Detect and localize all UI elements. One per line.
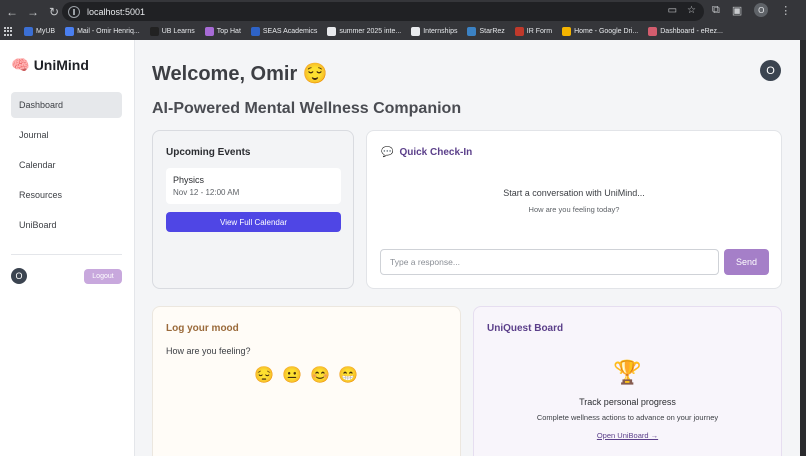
mood-title: Log your mood — [166, 323, 239, 334]
bookmark-favicon-icon — [648, 27, 658, 36]
logout-button[interactable]: Logout — [84, 269, 122, 284]
bookmark-item[interactable]: Internships — [411, 27, 457, 36]
browser-profile-avatar[interactable]: O — [754, 3, 769, 17]
bookmark-label: Internships — [423, 28, 458, 35]
brand-name: UniMind — [33, 57, 89, 73]
quick-checkin-card: 💬 Quick Check-In Start a conversation wi… — [366, 130, 782, 289]
scrollbar[interactable] — [800, 40, 806, 456]
bookmark-favicon-icon — [411, 27, 421, 36]
address-bar[interactable]: localhost:5001 ▭ ☆ — [62, 2, 704, 21]
browser-chrome: ← → ↻ localhost:5001 ▭ ☆ ⧉ ▣ O ⋮ MyUB Mai… — [0, 0, 806, 40]
board-description: Complete wellness actions to advance on … — [536, 413, 719, 422]
send-button[interactable]: Send — [724, 249, 769, 275]
trophy-icon: 🏆 — [613, 359, 642, 385]
event-name: Physics — [173, 175, 205, 185]
checkin-subtext: How are you feeling today? — [528, 205, 620, 214]
bookmark-item[interactable]: Dashboard - eRez... — [648, 27, 723, 36]
sidebar-item-uniboard[interactable]: UniBoard — [11, 212, 122, 238]
bookmark-favicon-icon — [467, 27, 477, 36]
sidebar-item-dashboard[interactable]: Dashboard — [11, 92, 122, 118]
mood-very-happy-icon[interactable]: 😁 — [338, 365, 358, 385]
bookmark-item[interactable]: Top Hat — [204, 27, 241, 36]
page-title: Welcome, Omir 😌 — [152, 63, 328, 85]
bookmark-label: SEAS Academics — [262, 28, 318, 35]
site-info-icon[interactable] — [68, 5, 80, 18]
browser-menu-icon[interactable]: ⋮ — [780, 4, 791, 17]
bookmark-label: UB Learns — [161, 28, 195, 35]
url-text: localhost:5001 — [87, 6, 146, 17]
bookmark-label: MyUB — [36, 28, 56, 35]
bookmark-item[interactable]: Home - Google Dri... — [562, 27, 638, 36]
mood-sad-icon[interactable]: 😔 — [254, 365, 274, 385]
sidebar: 🧠 UniMind Dashboard Journal Calendar Res… — [0, 40, 135, 456]
bookmark-label: Top Hat — [216, 28, 241, 35]
bookmark-label: Mail - Omir Henriq... — [77, 28, 140, 35]
bookmark-item[interactable]: UB Learns — [149, 27, 195, 36]
events-title: Upcoming Events — [166, 147, 251, 158]
event-date: Nov 12 - 12:00 AM — [173, 188, 240, 197]
response-input[interactable] — [380, 249, 719, 275]
board-title: UniQuest Board — [487, 323, 564, 334]
upcoming-events-card: Upcoming Events Physics Nov 12 - 12:00 A… — [152, 130, 354, 289]
mood-log-card: Log your mood How are you feeling? 😔 😐 😊… — [152, 306, 461, 456]
bookmark-star-icon[interactable]: ☆ — [687, 5, 696, 16]
reload-icon[interactable]: ↻ — [45, 3, 63, 21]
mood-neutral-icon[interactable]: 😐 — [282, 365, 302, 385]
mood-question: How are you feeling? — [166, 346, 251, 356]
sidebar-toggle-icon[interactable]: ▣ — [732, 4, 742, 17]
bookmark-item[interactable]: StarRez — [467, 27, 505, 36]
checkin-title-row: 💬 Quick Check-In — [381, 147, 472, 158]
bookmark-label: StarRez — [479, 28, 505, 35]
apps-grid-icon[interactable] — [4, 26, 14, 37]
bookmark-label: Dashboard - eRez... — [660, 28, 723, 35]
bookmark-favicon-icon — [204, 27, 214, 36]
sidebar-item-resources[interactable]: Resources — [11, 182, 122, 208]
forward-icon[interactable]: → — [24, 3, 42, 21]
sidebar-item-calendar[interactable]: Calendar — [11, 152, 122, 178]
browser-toolbar: ← → ↻ localhost:5001 ▭ ☆ ⧉ ▣ O ⋮ — [0, 0, 806, 23]
view-calendar-button[interactable]: View Full Calendar — [166, 212, 341, 232]
bookmark-item[interactable]: Mail - Omir Henriq... — [65, 27, 140, 36]
sidebar-divider — [11, 254, 122, 255]
mood-happy-icon[interactable]: 😊 — [310, 365, 330, 385]
open-uniboard-link[interactable]: Open UniBoard → — [474, 431, 781, 440]
bookmark-favicon-icon — [149, 27, 159, 36]
uniquest-board-card: UniQuest Board 🏆 Track personal progress… — [473, 306, 782, 456]
bookmark-label: Home - Google Dri... — [574, 28, 639, 35]
bookmarks-bar: MyUB Mail - Omir Henriq... UB Learns Top Ha… — [0, 23, 806, 40]
bookmark-item[interactable]: summer 2025 inte... — [327, 27, 401, 36]
bookmark-favicon-icon — [327, 27, 337, 36]
back-icon[interactable]: ← — [3, 3, 21, 21]
bookmark-favicon-icon — [562, 27, 572, 36]
cast-icon[interactable]: ▭ — [668, 5, 677, 16]
main-content: Welcome, Omir 😌 O AI-Powered Mental Well… — [136, 40, 806, 456]
bookmark-favicon-icon — [250, 27, 260, 36]
bookmark-label: IR Form — [526, 28, 553, 35]
bookmark-favicon-icon — [514, 27, 524, 36]
bookmark-favicon-icon — [24, 27, 33, 36]
bookmark-favicon-icon — [65, 27, 75, 36]
sidebar-item-journal[interactable]: Journal — [11, 122, 122, 148]
bookmark-item[interactable]: SEAS Academics — [250, 27, 318, 36]
brand[interactable]: 🧠 UniMind — [11, 56, 89, 74]
checkin-prompt: Start a conversation with UniMind... — [503, 188, 645, 198]
board-track-text: Track personal progress — [579, 397, 676, 407]
sidebar-avatar[interactable]: O — [11, 268, 27, 284]
brain-icon: 🧠 — [11, 57, 30, 74]
bookmark-item[interactable]: IR Form — [514, 27, 553, 36]
event-item[interactable]: Physics Nov 12 - 12:00 AM — [166, 168, 341, 204]
checkin-title: Quick Check-In — [399, 147, 473, 158]
bookmark-label: summer 2025 inte... — [339, 28, 402, 35]
extensions-icon[interactable]: ⧉ — [712, 4, 720, 17]
page-subtitle: AI-Powered Mental Wellness Companion — [152, 100, 462, 117]
mood-emoji-row: 😔 😐 😊 😁 — [254, 365, 358, 385]
user-avatar[interactable]: O — [760, 60, 781, 81]
bookmark-item[interactable]: MyUB — [24, 27, 55, 36]
chat-bubble-icon: 💬 — [381, 147, 394, 158]
